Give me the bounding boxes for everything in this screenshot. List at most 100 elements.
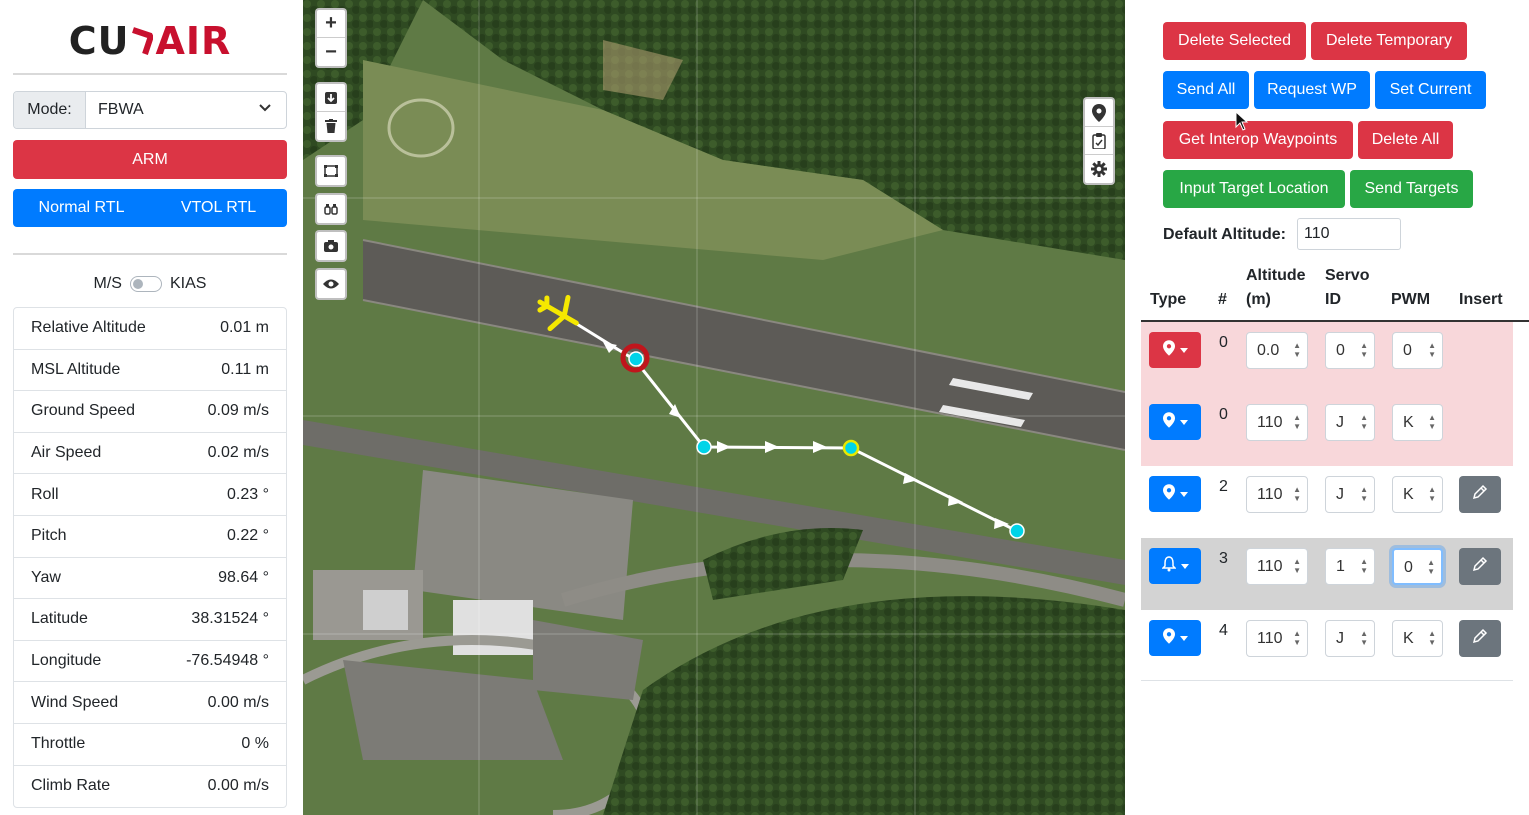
caret-down-icon xyxy=(1179,413,1188,431)
chevron-down-icon xyxy=(259,104,271,112)
altitude-input[interactable]: 110 ▲ ▼ xyxy=(1246,620,1308,657)
rectangle-tool xyxy=(315,155,347,187)
status-panel: CU AIR Mode: FBWA ARM Normal RTL VTOL RTL… xyxy=(0,0,303,815)
zoom-in-button[interactable]: + xyxy=(317,10,345,38)
arm-button[interactable]: ARM xyxy=(13,140,287,179)
delete-selected-button[interactable]: Delete Selected xyxy=(1163,22,1306,60)
telemetry-row: Ground Speed 0.09 m/s xyxy=(14,391,286,433)
telemetry-label: Roll xyxy=(31,485,59,503)
telemetry-row: Yaw 98.64 ° xyxy=(14,558,286,600)
normal-rtl-button[interactable]: Normal RTL xyxy=(13,189,150,227)
telemetry-row: Wind Speed 0.00 m/s xyxy=(14,682,286,724)
gear-icon[interactable] xyxy=(1085,155,1113,183)
altitude-input[interactable]: 110 ▲ ▼ xyxy=(1246,404,1308,441)
draw-controls xyxy=(315,82,347,142)
waypoint-marker[interactable] xyxy=(1009,523,1025,539)
waypoint-marker[interactable] xyxy=(696,439,712,455)
vtol-rtl-button[interactable]: VTOL RTL xyxy=(150,189,287,227)
pwm-input[interactable]: K ▲ ▼ xyxy=(1392,620,1443,657)
divider xyxy=(13,253,287,255)
mode-dropdown[interactable]: FBWA xyxy=(86,92,286,128)
insert-button[interactable] xyxy=(1459,620,1501,657)
send-targets-button[interactable]: Send Targets xyxy=(1350,170,1473,208)
servo-id-input[interactable]: J ▲ ▼ xyxy=(1325,476,1375,513)
header-type: Type xyxy=(1150,291,1187,308)
telemetry-label: Wind Speed xyxy=(31,693,119,711)
waypoint-type-dropdown[interactable] xyxy=(1149,620,1201,656)
zoom-out-button[interactable]: − xyxy=(317,38,345,66)
insert-button[interactable] xyxy=(1459,548,1501,585)
bell-icon xyxy=(1160,555,1177,577)
request-wp-button[interactable]: Request WP xyxy=(1254,71,1370,109)
waypoint-marker[interactable] xyxy=(628,351,644,367)
set-current-button[interactable]: Set Current xyxy=(1375,71,1486,109)
mode-value: FBWA xyxy=(98,101,144,118)
insert-button[interactable] xyxy=(1459,476,1501,513)
caret-down-icon xyxy=(1180,557,1189,575)
altitude-input[interactable]: 110 ▲ ▼ xyxy=(1246,548,1308,585)
binoculars-tool xyxy=(315,193,347,225)
units-label-ms: M/S xyxy=(93,275,122,292)
satellite-map[interactable]: + − xyxy=(303,0,1125,815)
delete-temporary-button[interactable]: Delete Temporary xyxy=(1311,22,1467,60)
servo-id-input[interactable]: J ▲ ▼ xyxy=(1325,620,1375,657)
default-altitude-label: Default Altitude: xyxy=(1163,226,1286,243)
telemetry-value: 0.01 m xyxy=(220,319,269,337)
waypoint-marker[interactable] xyxy=(842,439,860,457)
units-toggle[interactable] xyxy=(129,276,162,292)
get-interop-waypoints-button[interactable]: Get Interop Waypoints xyxy=(1163,121,1353,159)
servo-id-input[interactable]: J ▲ ▼ xyxy=(1325,404,1375,441)
pencil-icon xyxy=(1472,628,1488,649)
waypoint-number: 4 xyxy=(1219,622,1228,639)
trash-icon[interactable] xyxy=(317,112,345,140)
header-servo: Servo xyxy=(1325,267,1370,284)
waypoint-type-dropdown[interactable] xyxy=(1149,476,1201,512)
telemetry-label: Longitude xyxy=(31,652,102,670)
altitude-input[interactable]: 110 ▲ ▼ xyxy=(1246,476,1308,513)
rtl-button-group: Normal RTL VTOL RTL xyxy=(13,189,287,227)
waypoint-row: 2 110 ▲ ▼ J ▲ ▼ K ▲ ▼ xyxy=(1141,466,1513,538)
telemetry-row: Climb Rate 0.00 m/s xyxy=(14,766,286,808)
telemetry-value: -76.54948 ° xyxy=(186,652,269,670)
eye-icon[interactable] xyxy=(317,270,345,298)
mode-label: Mode: xyxy=(14,92,86,128)
camera-icon[interactable] xyxy=(317,232,345,260)
clipboard-icon[interactable] xyxy=(1085,127,1113,155)
table-bottom-divider xyxy=(1141,680,1513,681)
rectangle-select-icon[interactable] xyxy=(317,157,345,185)
servo-id-input[interactable]: 0 ▲ ▼ xyxy=(1325,332,1375,369)
waypoint-row: 4 110 ▲ ▼ J ▲ ▼ K ▲ ▼ xyxy=(1141,610,1513,682)
input-target-location-button[interactable]: Input Target Location xyxy=(1163,170,1345,208)
waypoint-type-dropdown[interactable] xyxy=(1149,332,1201,368)
telemetry-label: Ground Speed xyxy=(31,402,136,420)
altitude-input[interactable]: 0.0 ▲ ▼ xyxy=(1246,332,1308,369)
waypoint-number: 2 xyxy=(1219,478,1228,495)
waypoint-type-dropdown[interactable] xyxy=(1149,548,1201,584)
pwm-input[interactable]: K ▲ ▼ xyxy=(1392,404,1443,441)
binoculars-icon[interactable] xyxy=(317,195,345,223)
pwm-input[interactable]: K ▲ ▼ xyxy=(1392,476,1443,513)
telemetry-table: Relative Altitude 0.01 m MSL Altitude 0.11… xyxy=(13,307,287,809)
telemetry-value: 0.11 m xyxy=(221,360,269,378)
telemetry-row: MSL Altitude 0.11 m xyxy=(14,350,286,392)
send-all-button[interactable]: Send All xyxy=(1163,71,1249,109)
waypoint-number: 0 xyxy=(1219,406,1228,423)
download-icon[interactable] xyxy=(317,84,345,112)
telemetry-value: 0.23 ° xyxy=(227,485,269,503)
header-insert: Insert xyxy=(1459,291,1503,308)
cuair-logo: CU AIR xyxy=(68,19,232,63)
servo-id-input[interactable]: 1 ▲ ▼ xyxy=(1325,548,1375,585)
pwm-input[interactable]: 0 ▲ ▼ xyxy=(1392,548,1443,585)
caret-down-icon xyxy=(1179,485,1188,503)
default-altitude-input[interactable]: 110 xyxy=(1297,218,1401,250)
caret-down-icon xyxy=(1179,341,1188,359)
delete-all-button[interactable]: Delete All xyxy=(1358,121,1453,159)
telemetry-row: Latitude 38.31524 ° xyxy=(14,599,286,641)
waypoint-row: 3 110 ▲ ▼ 1 ▲ ▼ 0 ▲ ▼ xyxy=(1141,538,1513,610)
map-pin-icon[interactable] xyxy=(1085,99,1113,127)
header-altitude: Altitude xyxy=(1246,267,1306,284)
telemetry-value: 0.00 m/s xyxy=(207,693,269,711)
pwm-input[interactable]: 0 ▲ ▼ xyxy=(1392,332,1443,369)
mode-selector: Mode: FBWA xyxy=(13,91,287,129)
waypoint-type-dropdown[interactable] xyxy=(1149,404,1201,440)
